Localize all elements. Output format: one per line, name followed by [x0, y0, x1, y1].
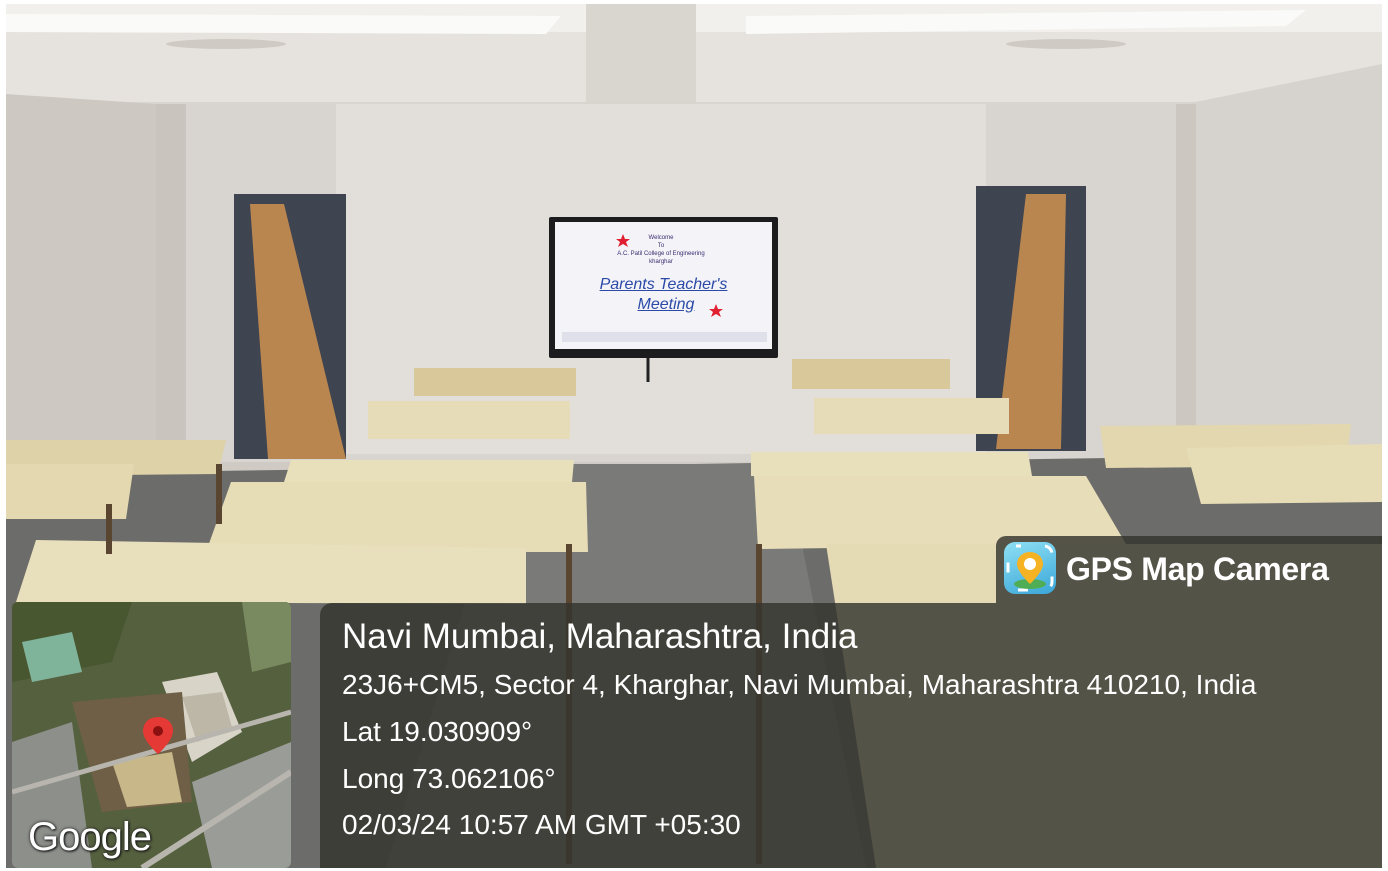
desk	[814, 398, 1009, 434]
tv-to: To	[657, 243, 665, 249]
tv-welcome: Welcome	[648, 235, 674, 241]
google-logo: Google	[28, 815, 152, 859]
desk	[368, 401, 570, 439]
photo: Welcome To A.C. Patil College of Enginee…	[6, 4, 1382, 868]
desk	[751, 452, 1032, 476]
right-wall	[1186, 64, 1382, 484]
desk	[6, 464, 134, 519]
desk	[206, 482, 588, 552]
location-info-panel: Navi Mumbai, Maharashtra, India 23J6+CM5…	[320, 603, 1382, 868]
tv-heading-line2: Meeting	[637, 296, 695, 313]
desk	[1186, 444, 1382, 504]
map-thumbnail: Google	[12, 602, 291, 868]
desk	[16, 540, 526, 604]
datetime: 02/03/24 10:57 AM GMT +05:30	[342, 809, 741, 840]
desk	[284, 460, 574, 482]
badge-title: GPS Map Camera	[1066, 551, 1329, 587]
map-pin-camera-icon	[1004, 542, 1056, 594]
tv-heading-line1: Parents Teacher's	[599, 276, 728, 293]
address: 23J6+CM5, Sector 4, Kharghar, Navi Mumba…	[342, 669, 1257, 700]
longitude: Long 73.062106°	[342, 763, 556, 794]
ceiling-fan	[166, 39, 286, 49]
latitude: Lat 19.030909°	[342, 716, 533, 747]
tv-location: kharghar	[649, 259, 673, 265]
ceiling-fan	[1006, 39, 1126, 49]
ceiling-beam	[586, 4, 696, 104]
gps-map-camera-badge: GPS Map Camera	[996, 536, 1382, 603]
bench	[792, 359, 950, 389]
place-name: Navi Mumbai, Maharashtra, India	[342, 617, 858, 656]
bench	[414, 368, 576, 396]
tv-college: A.C. Patil College of Engineering	[617, 251, 705, 257]
